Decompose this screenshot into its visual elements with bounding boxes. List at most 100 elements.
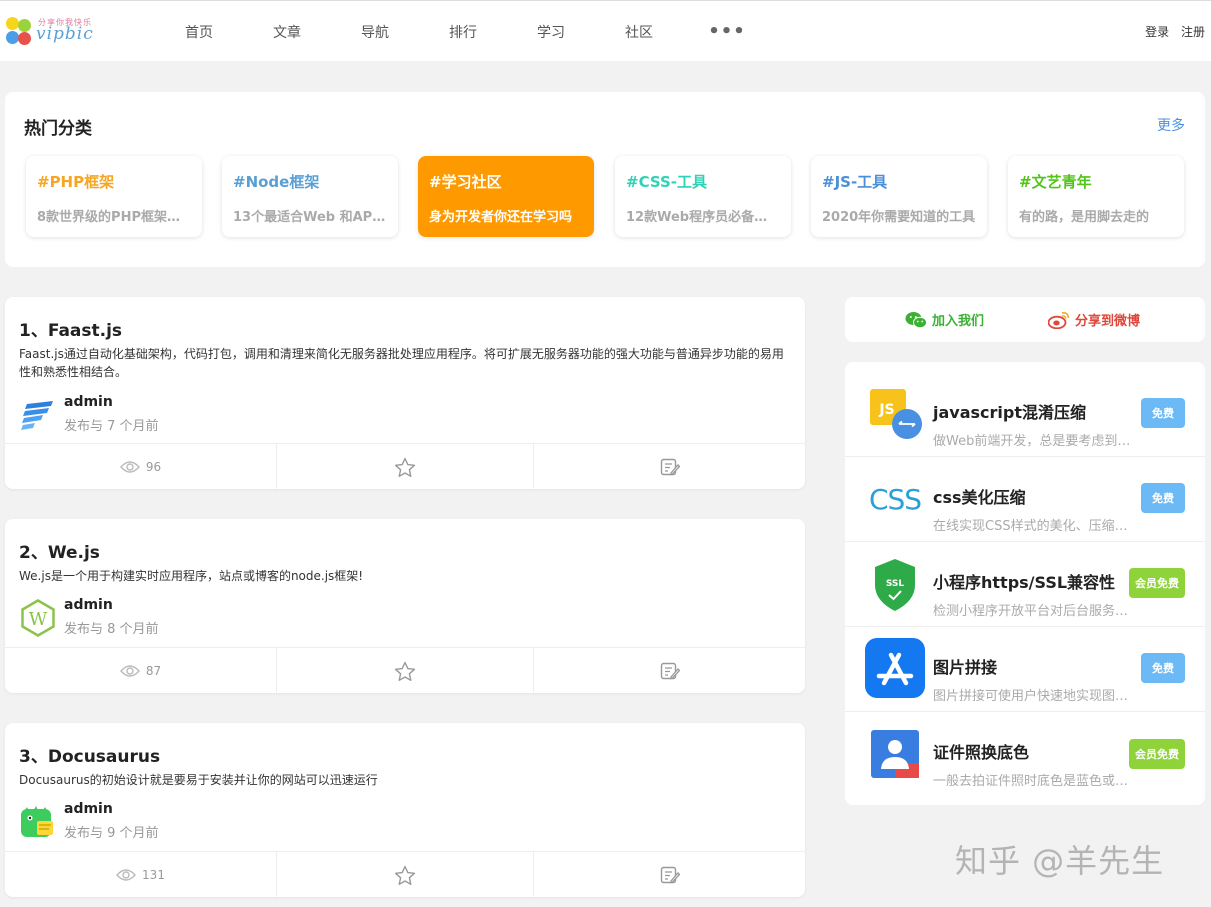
post-actions: 96 [5,443,805,490]
post-title[interactable]: 3、Docusaurus [19,742,160,767]
category-tag: #Node框架 [233,173,320,191]
author-name[interactable]: admin [64,597,113,613]
hot-categories-title: 热门分类 [24,119,92,139]
post-actions: 87 [5,647,805,694]
logo-dot-green [18,19,31,32]
category-desc: 2020年你需要知道的工具 [822,210,976,225]
author-name[interactable]: admin [64,801,113,817]
nav-more-icon[interactable]: ••• [683,21,771,42]
faast-logo-icon [21,401,53,430]
nav-item-community[interactable]: 社区 [595,22,683,42]
favorite-button[interactable] [277,852,534,898]
category-card-learning-community[interactable]: #学习社区 身为开发者你还在学习吗 [418,156,594,237]
category-card-literary-youth[interactable]: #文艺青年 有的路，是用脚去走的 [1008,156,1184,237]
css-icon: CSS [869,483,922,516]
svg-text:W: W [29,609,48,630]
svg-text:SSL: SSL [886,579,905,589]
tool-badge-free[interactable]: 免费 [1141,483,1185,513]
comment-button[interactable] [534,852,805,898]
svg-text:JS: JS [878,402,894,418]
tool-desc: 检测小程序开放平台对后台服务器的要求 [933,604,1133,619]
tool-name: javascript混淆压缩 [933,403,1086,422]
eye-icon [119,665,140,677]
join-us-button[interactable]: 加入我们 [905,310,984,329]
category-desc: 8款世界级的PHP框架推荐 [37,210,191,225]
zhihu-watermark: 知乎 @羊先生 [955,842,1165,880]
view-count-value: 131 [142,868,165,882]
tool-name: 证件照换底色 [933,743,1030,762]
tool-name: css美化压缩 [933,488,1026,507]
tool-desc: 在线实现CSS样式的美化、压缩、格式化 [933,519,1133,534]
nav-item-navigation[interactable]: 导航 [331,22,419,42]
svg-text:CSS: CSS [869,483,921,516]
weibo-icon [1048,311,1070,329]
tool-desc: 做Web前端开发，总是要考虑到代码的压缩 [933,434,1133,449]
logo-dot-red [18,32,31,45]
post-card: 3、Docusaurus Docusaurus的初始设计就是要易于安装并让你的网… [5,723,805,898]
star-icon [394,661,416,681]
id-photo-icon [871,730,919,778]
tool-badge-free[interactable]: 免费 [1141,653,1185,683]
nav-item-ranking[interactable]: 排行 [419,22,507,42]
nav-item-articles[interactable]: 文章 [243,22,331,42]
hot-categories-panel: 热门分类 更多 #PHP框架 8款世界级的PHP框架推荐 #Node框架 13个… [5,92,1205,267]
js-icon: JS [870,389,922,439]
tool-item-js-minify[interactable]: JS javascript混淆压缩 做Web前端开发，总是要考虑到代码的压缩 免… [845,372,1205,457]
category-tag: #文艺青年 [1019,173,1092,191]
post-desc: Faast.js通过自动化基础架构，代码打包，调用和清理来简化无服务器批处理应用… [19,347,784,379]
view-count: 96 [5,444,277,490]
tool-item-css-format[interactable]: CSS css美化压缩 在线实现CSS样式的美化、压缩、格式化 免费 [845,457,1205,542]
comment-button[interactable] [534,648,805,694]
category-desc: 有的路，是用脚去走的 [1019,210,1150,225]
site-logo[interactable]: 分享你我快乐 vipbic [4,15,104,51]
author-name[interactable]: admin [64,394,113,410]
share-weibo-button[interactable]: 分享到微博 [1048,310,1140,329]
eye-icon [119,461,140,473]
post-time: 发布与 7 个月前 [64,419,159,434]
post-desc: Docusaurus的初始设计就是要易于安装并让你的网站可以迅速运行 [19,773,378,787]
tool-badge-member[interactable]: 会员免费 [1129,568,1185,598]
tool-badge-member[interactable]: 会员免费 [1129,739,1185,769]
top-header: 分享你我快乐 vipbic 首页 文章 导航 排行 学习 社区 ••• 登录 注… [0,0,1211,61]
category-card-php[interactable]: #PHP框架 8款世界级的PHP框架推荐 [26,156,202,237]
edit-note-icon [660,458,680,476]
register-link[interactable]: 注册 [1181,25,1205,39]
category-desc: 12款Web程序员必备工具 [626,210,780,225]
tool-item-ssl-check[interactable]: SSL 小程序https/SSL兼容性 检测小程序开放平台对后台服务器的要求 会… [845,542,1205,627]
app-store-icon [865,638,925,698]
tool-item-image-stitch[interactable]: 图片拼接 图片拼接可使用户快速地实现图片拼接 免费 [845,627,1205,712]
favorite-button[interactable] [277,648,534,694]
comment-button[interactable] [534,444,805,490]
logo-dot-yellow [6,17,19,30]
tool-badge-free[interactable]: 免费 [1141,398,1185,428]
view-count-value: 96 [145,460,162,474]
post-title[interactable]: 1、Faast.js [19,316,122,341]
category-card-js-tools[interactable]: #JS-工具 2020年你需要知道的工具 [811,156,987,237]
post-card: 2、We.js We.js是一个用于构建实时应用程序，站点或博客的node.js… [5,519,805,694]
nav-item-learning[interactable]: 学习 [507,22,595,42]
tool-desc: 图片拼接可使用户快速地实现图片拼接 [933,689,1133,704]
nav-item-home[interactable]: 首页 [155,22,243,42]
category-tag: #PHP框架 [37,173,115,191]
post-title[interactable]: 2、We.js [19,538,100,563]
join-us-label: 加入我们 [932,314,985,329]
tool-name: 图片拼接 [933,658,998,677]
favorite-button[interactable] [277,444,534,490]
tool-desc: 一般去拍证件照时底色是蓝色或红色 [933,774,1133,789]
category-card-node[interactable]: #Node框架 13个最适合Web 和API开发 [222,156,398,237]
tool-item-id-photo-bg[interactable]: 证件照换底色 一般去拍证件照时底色是蓝色或红色 会员免费 [845,712,1205,797]
ssl-shield-icon: SSL [875,559,915,611]
category-tag: #JS-工具 [822,173,888,191]
auth-links: 登录 注册 [1137,23,1205,40]
logo-wordmark: vipbic [36,24,94,44]
star-icon [394,457,416,477]
tool-name: 小程序https/SSL兼容性 [933,573,1116,592]
category-tag: #学习社区 [429,173,502,191]
post-time: 发布与 9 个月前 [64,826,159,841]
post-card: 1、Faast.js Faast.js通过自动化基础架构，代码打包，调用和清理来… [5,297,805,490]
category-card-css-tools[interactable]: #CSS-工具 12款Web程序员必备工具 [615,156,791,237]
share-weibo-label: 分享到微博 [1075,314,1141,329]
login-link[interactable]: 登录 [1145,25,1169,39]
wejs-logo-icon: W [21,599,55,637]
hot-categories-more-link[interactable]: 更多 [1157,115,1185,135]
